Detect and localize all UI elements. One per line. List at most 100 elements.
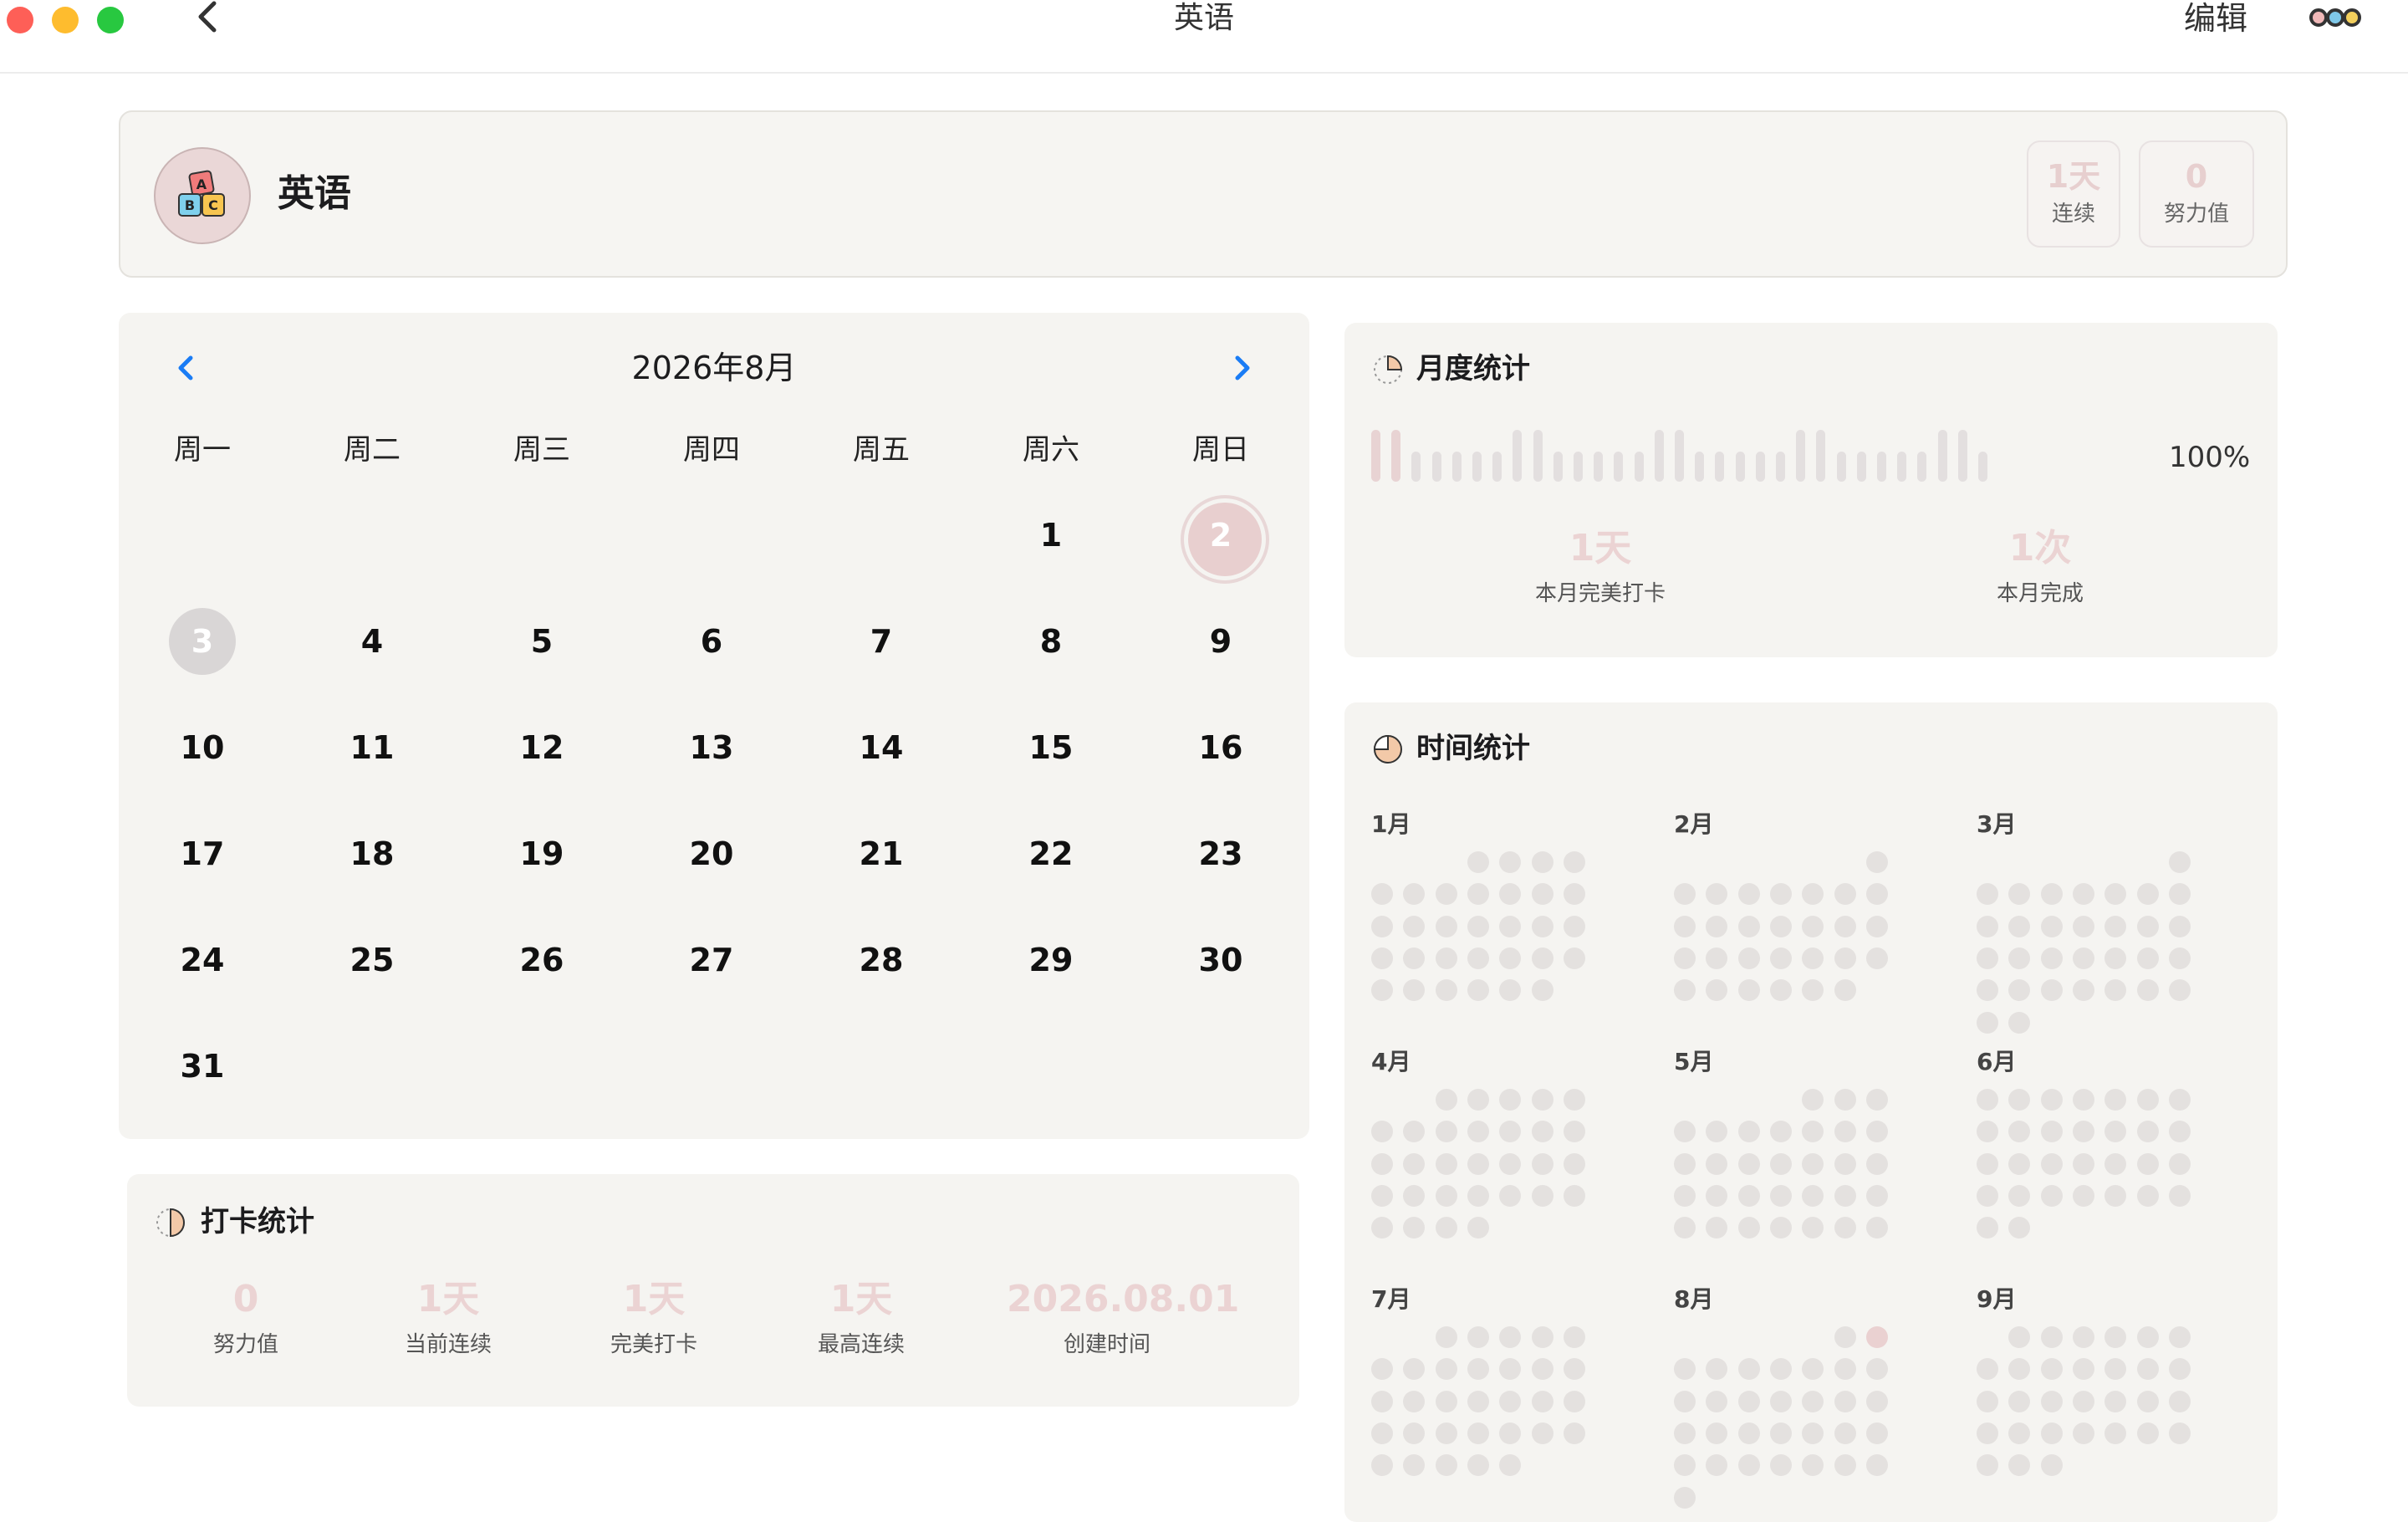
- calendar-day[interactable]: 20: [661, 804, 762, 904]
- day-dot: [1706, 1184, 1728, 1207]
- calendar-day[interactable]: 5: [492, 591, 592, 692]
- calendar-day[interactable]: 13: [661, 697, 762, 798]
- calendar-day[interactable]: 8: [1001, 591, 1101, 692]
- calendar-day[interactable]: 7: [831, 591, 931, 692]
- checkin-stat-label: 当前连续: [404, 1332, 492, 1357]
- day-dot: [1769, 1121, 1792, 1143]
- calendar-day[interactable]: 9: [1171, 591, 1271, 692]
- calendar-day[interactable]: 25: [322, 910, 422, 1010]
- day-dot: [2072, 1152, 2094, 1175]
- day-dot: [1977, 1217, 1998, 1239]
- calendar-day[interactable]: 6: [661, 591, 762, 692]
- habit-avatar[interactable]: A B C: [154, 147, 251, 244]
- calendar-day[interactable]: 26: [492, 910, 592, 1010]
- calendar-day[interactable]: 14: [831, 697, 931, 798]
- day-dot: [1499, 851, 1522, 873]
- edit-button[interactable]: 编辑: [2184, 0, 2247, 37]
- day-dot: [1977, 915, 1998, 937]
- calendar-day[interactable]: 11: [322, 697, 422, 798]
- day-dot: [1467, 1358, 1489, 1381]
- day-dot: [1531, 915, 1553, 937]
- calendar-day[interactable]: 21: [831, 804, 931, 904]
- day-dot: [1977, 1089, 1998, 1111]
- calendar-day[interactable]: 15: [1001, 697, 1101, 798]
- day-dot: [1531, 1326, 1553, 1348]
- day-dot: [1769, 1454, 1792, 1477]
- day-dot: [1802, 883, 1824, 906]
- day-dot: [1563, 1326, 1585, 1348]
- calendar-day[interactable]: 1: [1001, 485, 1101, 585]
- day-dot: [2136, 915, 2159, 937]
- calendar-day[interactable]: 28: [831, 910, 931, 1010]
- day-dot: [1531, 1358, 1553, 1381]
- day-dot: [1834, 1358, 1856, 1381]
- calendar-day[interactable]: 19: [492, 804, 592, 904]
- day-dot: [1977, 883, 1998, 906]
- month-label: 3月: [1977, 810, 2017, 838]
- day-dot: [1674, 979, 1696, 1002]
- calendar-day[interactable]: 22: [1001, 804, 1101, 904]
- day-dot: [1706, 915, 1728, 937]
- calendar-day[interactable]: 10: [152, 697, 253, 798]
- calendar-day[interactable]: 12: [492, 697, 592, 798]
- window-title: 英语: [1173, 1, 1234, 35]
- calendar-day[interactable]: 3: [152, 591, 253, 692]
- calendar-day[interactable]: 16: [1171, 697, 1271, 798]
- day-dot: [1467, 1121, 1489, 1143]
- day-dot: [2072, 915, 2094, 937]
- calendar-day[interactable]: 23: [1171, 804, 1271, 904]
- day-dot: [2104, 883, 2127, 906]
- day-dot: [1674, 1454, 1696, 1477]
- checkin-stat-label: 创建时间: [1063, 1332, 1150, 1357]
- day-dot: [1467, 947, 1489, 969]
- more-options-icon[interactable]: [2309, 5, 2363, 32]
- day-dot: [2040, 1390, 2063, 1412]
- calendar-day[interactable]: 29: [1001, 910, 1101, 1010]
- day-dot: [1834, 1121, 1856, 1143]
- daily-bar: [1533, 430, 1543, 482]
- calendar-day[interactable]: 17: [152, 804, 253, 904]
- day-dot: [1865, 883, 1888, 906]
- calendar-day[interactable]: 30: [1171, 910, 1271, 1010]
- calendar-day[interactable]: 31: [152, 1016, 253, 1116]
- daily-bar: [1836, 452, 1846, 482]
- day-dot: [1674, 1422, 1696, 1444]
- day-dot: [2104, 947, 2127, 969]
- day-dot: [1499, 1326, 1522, 1348]
- day-dot: [2104, 1089, 2127, 1111]
- day-dot: [1531, 947, 1553, 969]
- daily-bar: [1735, 452, 1745, 482]
- daily-bar: [1472, 452, 1482, 482]
- day-dot: [2168, 1184, 2191, 1207]
- calendar-day[interactable]: 4: [322, 591, 422, 692]
- day-dot: [1403, 1217, 1426, 1239]
- effort-label: 努力值: [2163, 202, 2229, 227]
- month-label: 1月: [1371, 810, 1411, 838]
- quarter-pie-icon: [1374, 355, 1403, 384]
- day-dot: [1737, 1454, 1760, 1477]
- day-dot: [1531, 851, 1553, 873]
- checkin-stat-value: 2026.08.01: [1007, 1278, 1240, 1320]
- day-dot: [1737, 1152, 1760, 1175]
- calendar-day[interactable]: 18: [322, 804, 422, 904]
- calendar-day[interactable]: 2: [1171, 485, 1271, 585]
- day-dot: [1706, 979, 1728, 1002]
- day-dot: [1403, 1184, 1426, 1207]
- streak-label: 连续: [2051, 202, 2095, 227]
- day-dot: [2136, 883, 2159, 906]
- month-label: 5月: [1674, 1048, 1714, 1075]
- habit-header-card: A B C 英语 1天 连续 0 努力值: [119, 110, 2288, 278]
- day-dot: [2104, 1422, 2127, 1444]
- day-dot: [1563, 1121, 1585, 1143]
- day-dot: [1531, 1422, 1553, 1444]
- calendar-day[interactable]: 27: [661, 910, 762, 1010]
- checkin-stat-value: 1天: [416, 1278, 480, 1320]
- day-dot: [1737, 1390, 1760, 1412]
- calendar-day[interactable]: 24: [152, 910, 253, 1010]
- day-dot: [2136, 1089, 2159, 1111]
- daily-bar: [1816, 430, 1826, 482]
- daily-bar: [1513, 430, 1523, 482]
- day-dot: [1371, 979, 1393, 1002]
- day-dot: [1371, 947, 1393, 969]
- daily-bar: [1675, 430, 1684, 482]
